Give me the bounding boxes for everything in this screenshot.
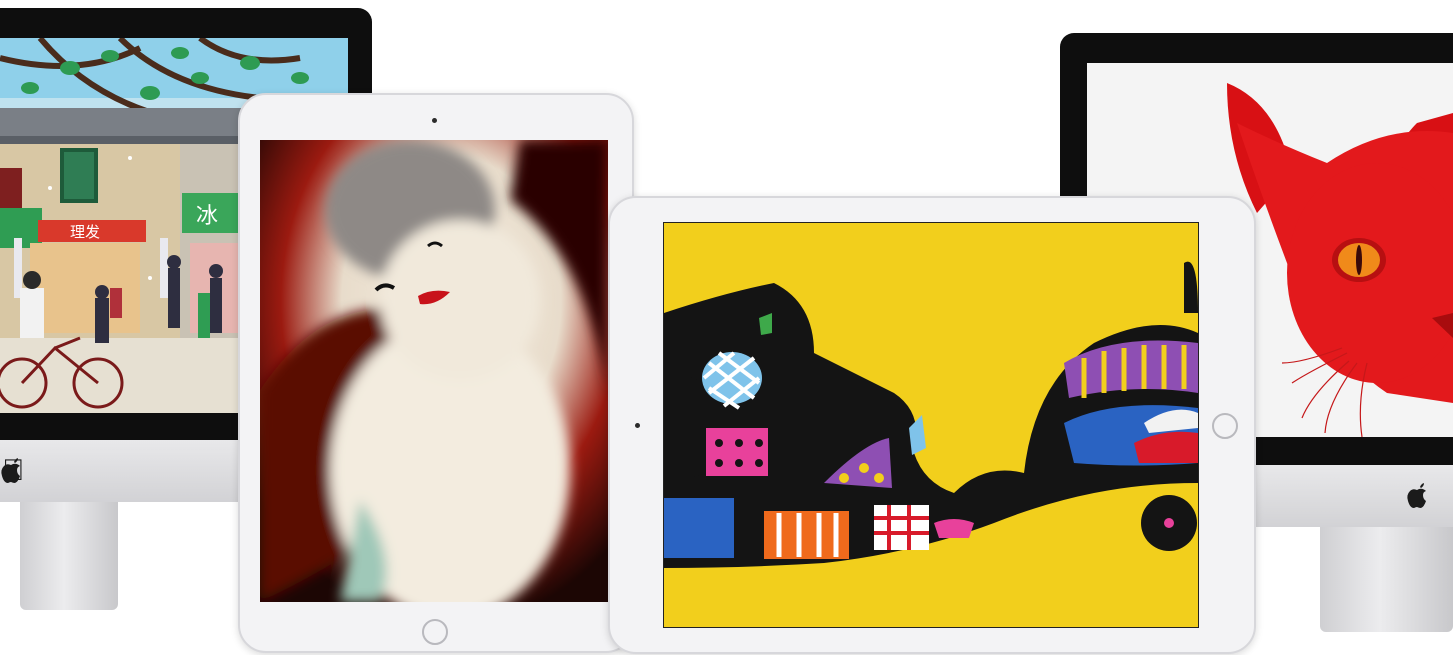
right-imac-chin	[1254, 465, 1453, 527]
right-imac-stand	[1320, 527, 1453, 632]
landscape-ipad-screen	[663, 222, 1199, 628]
front-camera-icon	[432, 118, 437, 123]
ghost-figure-painting	[260, 140, 608, 602]
apple-logo-icon	[1, 458, 20, 483]
portrait-ipad-screen	[260, 140, 608, 602]
left-imac-stand	[20, 502, 118, 610]
ice-sign-text: 冰	[196, 204, 218, 229]
front-camera-icon	[635, 423, 640, 428]
abstract-cat-painting	[664, 223, 1198, 627]
apple-logo-icon	[1407, 483, 1426, 508]
home-button[interactable]	[1212, 413, 1238, 439]
home-button[interactable]	[422, 619, 448, 645]
barber-sign-text: 理发	[70, 223, 100, 241]
